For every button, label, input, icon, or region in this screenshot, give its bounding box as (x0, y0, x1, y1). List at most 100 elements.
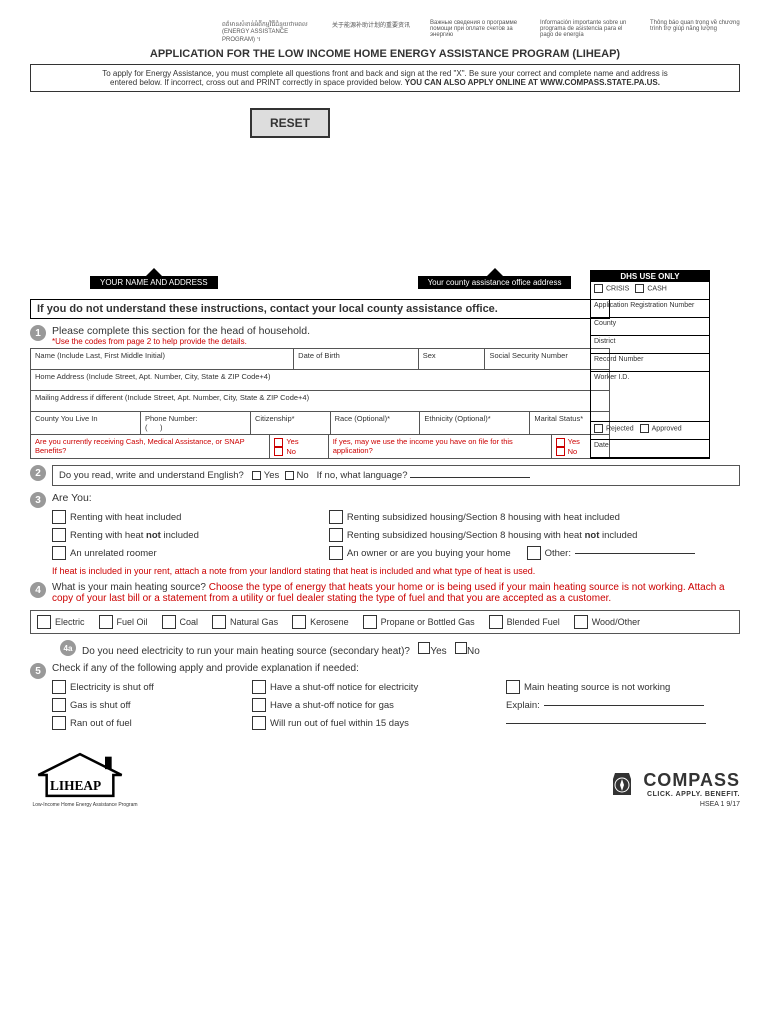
section-number-4a: 4a (60, 640, 76, 656)
checkbox-income-no[interactable] (556, 447, 565, 456)
q2-text: Do you read, write and understand Englis… (59, 470, 244, 481)
checkbox-english-yes[interactable] (252, 471, 261, 480)
checkbox-secondary-yes[interactable] (418, 642, 430, 654)
instructions-line2: entered below. If incorrect, cross out a… (110, 78, 405, 87)
s1-hint: *Use the codes from page 2 to help provi… (52, 337, 610, 346)
checkbox-income-yes[interactable] (556, 438, 565, 447)
checkbox-wood-other[interactable] (574, 615, 588, 629)
instructions-line1: To apply for Energy Assistance, you must… (102, 69, 668, 78)
checkbox-electric[interactable] (37, 615, 51, 629)
label-other: Other: (545, 548, 571, 559)
checkbox-elec-notice[interactable] (252, 680, 266, 694)
field-phone[interactable]: Phone Number:( ) (141, 412, 251, 434)
checkbox-out-of-fuel[interactable] (52, 716, 66, 730)
checkbox-snap-no[interactable] (274, 447, 283, 456)
label-secondary-yes: Yes (430, 646, 446, 657)
field-county[interactable]: County You Live In (31, 412, 141, 434)
arrow-county-office: Your county assistance office address (418, 276, 572, 289)
lang-khmer: ពត៌មានសំខាន់អំពីកម្មវិធីជំនួយថាមពល (ENER… (222, 20, 312, 44)
dhs-appreg: Application Registration Number (591, 300, 709, 318)
dhs-record: Record Number (591, 354, 709, 372)
checkbox-will-run-out[interactable] (252, 716, 266, 730)
checkbox-gas-notice[interactable] (252, 698, 266, 712)
checkbox-kerosene[interactable] (292, 615, 306, 629)
instructions-box: To apply for Energy Assistance, you must… (30, 64, 740, 92)
checkbox-snap-yes[interactable] (274, 438, 283, 447)
field-language[interactable] (410, 477, 530, 478)
checkbox-propane[interactable] (363, 615, 377, 629)
field-race[interactable]: Race (Optional)* (331, 412, 421, 434)
section-number-1: 1 (30, 325, 46, 341)
question-snap: Are you currently receiving Cash, Medica… (31, 435, 270, 458)
checkbox-subsidized-heat-incl[interactable] (329, 510, 343, 524)
liheap-logo: LIHEAP Low-Income Home Energy Assistance… (30, 750, 140, 808)
dhs-use-only-box: DHS USE ONLY CRISIS CASH Application Reg… (590, 270, 710, 459)
dhs-county: County (591, 318, 709, 336)
s3-note: If heat is included in your rent, attach… (52, 566, 740, 576)
dhs-header: DHS USE ONLY (591, 271, 709, 282)
field-name[interactable]: Name (Include Last, First Middle Initial… (31, 349, 294, 369)
lang-russian: Важные сведения о программе помощи при о… (430, 20, 520, 44)
checkbox-rejected[interactable] (594, 424, 603, 433)
reset-button[interactable]: RESET (250, 108, 330, 138)
label-income-yes: Yes (568, 437, 580, 446)
checkbox-crisis[interactable] (594, 284, 603, 293)
form-id: HSEA 1 9/17 (607, 801, 740, 808)
notice-bar: If you do not understand these instructi… (30, 299, 610, 319)
field-mailing-address[interactable]: Mailing Address if different (Include St… (31, 391, 609, 411)
checkbox-heat-not-working[interactable] (506, 680, 520, 694)
checkbox-other-housing[interactable] (527, 546, 541, 560)
checkbox-approved[interactable] (640, 424, 649, 433)
checkbox-natural-gas[interactable] (212, 615, 226, 629)
label-unrelated-roomer: An unrelated roomer (70, 548, 157, 559)
label-crisis: CRISIS (606, 285, 629, 292)
label-secondary-no: No (467, 646, 480, 657)
liheap-subtitle: Low-Income Home Energy Assistance Progra… (30, 802, 140, 808)
checkbox-gas-shutoff[interactable] (52, 698, 66, 712)
q3-text: Are You: (52, 492, 740, 504)
field-explain-1[interactable] (544, 705, 704, 706)
field-sex[interactable]: Sex (419, 349, 486, 369)
q4a-text: Do you need electricity to run your main… (82, 646, 410, 657)
q2-ifno: If no, what language? (317, 470, 408, 481)
field-other-housing[interactable] (575, 553, 695, 554)
checkbox-subsidized-heat-not-incl[interactable] (329, 528, 343, 542)
section-number-5: 5 (30, 663, 46, 679)
q5-text: Check if any of the following apply and … (52, 663, 740, 674)
section-number-3: 3 (30, 492, 46, 508)
compass-tagline: CLICK. APPLY. BENEFIT. (643, 791, 740, 798)
checkbox-owner[interactable] (329, 546, 343, 560)
language-notices: ពត៌មានសំខាន់អំពីកម្មវិធីជំនួយថាមពល (ENER… (30, 20, 740, 44)
lang-vietnamese: Thông báo quan trọng về chương trình trợ… (650, 20, 740, 44)
checkbox-cash[interactable] (635, 284, 644, 293)
label-income-no: No (568, 447, 578, 456)
label-english-yes: Yes (264, 470, 280, 481)
checkbox-elec-shutoff[interactable] (52, 680, 66, 694)
checkbox-blended-fuel[interactable] (489, 615, 503, 629)
checkbox-rent-heat-incl[interactable] (52, 510, 66, 524)
arrow-name-address: YOUR NAME AND ADDRESS (90, 276, 218, 289)
label-rejected: Rejected (606, 425, 634, 432)
label-owner: An owner or are you buying your home (347, 548, 511, 559)
label-subsidized-heat-incl: Renting subsidized housing/Section 8 hou… (347, 512, 620, 523)
lang-spanish: Información importante sobre un programa… (540, 20, 630, 44)
label-cash: CASH (647, 285, 666, 292)
keystone-icon (607, 769, 637, 799)
field-ethnicity[interactable]: Ethnicity (Optional)* (420, 412, 530, 434)
checkbox-english-no[interactable] (285, 471, 294, 480)
heating-source-options: Electric Fuel Oil Coal Natural Gas Keros… (30, 610, 740, 634)
field-dob[interactable]: Date of Birth (294, 349, 419, 369)
field-home-address[interactable]: Home Address (Include Street, Apt. Numbe… (31, 370, 609, 390)
checkbox-secondary-no[interactable] (455, 642, 467, 654)
label-explain: Explain: (506, 700, 540, 711)
field-citizenship[interactable]: Citizenship* (251, 412, 331, 434)
checkbox-unrelated-roomer[interactable] (52, 546, 66, 560)
label-snap-no: No (286, 447, 296, 456)
compass-text: COMPASS (643, 770, 740, 791)
section-number-2: 2 (30, 465, 46, 481)
checkbox-rent-heat-not-incl[interactable] (52, 528, 66, 542)
field-explain-2[interactable] (506, 723, 706, 724)
checkbox-fuel-oil[interactable] (99, 615, 113, 629)
compass-logo: COMPASS CLICK. APPLY. BENEFIT. HSEA 1 9/… (607, 769, 740, 808)
checkbox-coal[interactable] (162, 615, 176, 629)
